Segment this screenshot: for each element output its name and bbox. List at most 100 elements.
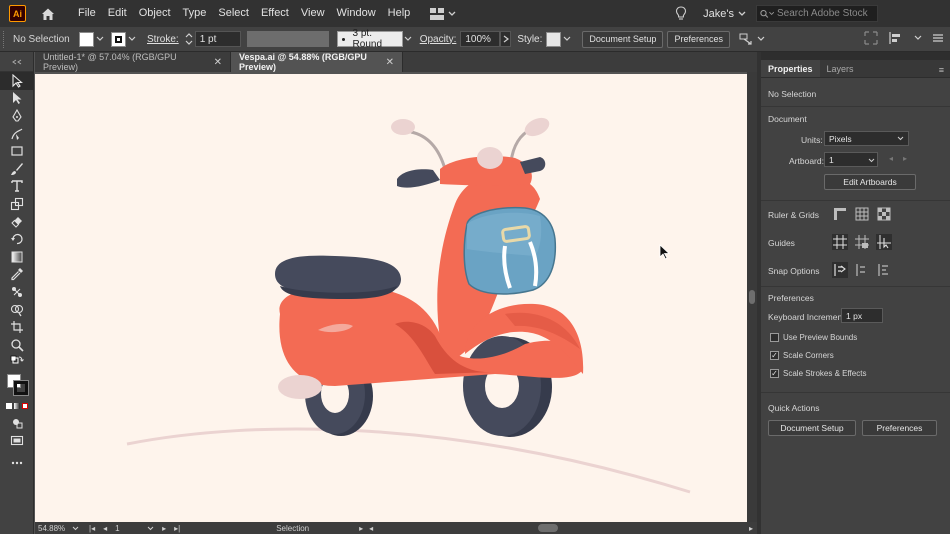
keyboard-increment-field[interactable]: 1 px [841, 308, 883, 323]
user-account-menu[interactable]: Jake's [703, 8, 734, 20]
show-guides-icon[interactable] [832, 234, 848, 250]
snap-to-pixel-icon[interactable] [854, 262, 870, 278]
fill-swatch[interactable] [79, 31, 94, 47]
quick-document-setup-button[interactable]: Document Setup [768, 420, 856, 436]
menu-select[interactable]: Select [212, 0, 255, 27]
opacity-dropdown[interactable] [500, 31, 512, 47]
gradient-tool[interactable] [0, 248, 34, 266]
first-artboard-button[interactable]: |◂ [89, 524, 95, 533]
scroll-right-button[interactable]: ▸ [749, 524, 753, 533]
panel-collapse-bar[interactable] [761, 52, 950, 60]
graphic-style-swatch[interactable] [546, 31, 562, 47]
rotate-tool[interactable] [0, 230, 34, 248]
rectangle-tool[interactable] [0, 142, 34, 160]
document-setup-button[interactable]: Document Setup [582, 30, 664, 48]
paintbrush-tool[interactable] [0, 160, 34, 178]
chevron-down-icon[interactable] [914, 35, 922, 41]
close-icon[interactable]: ✕ [214, 57, 222, 68]
grid-icon[interactable] [854, 206, 870, 222]
home-icon[interactable] [40, 6, 56, 22]
tab-untitled-1[interactable]: Untitled-1* @ 57.04% (RGB/GPU Preview) ✕ [35, 52, 231, 72]
stock-search-box[interactable] [756, 5, 878, 22]
align-to-icon[interactable] [738, 32, 754, 46]
shape-builder-tool[interactable] [0, 301, 34, 319]
menu-window[interactable]: Window [331, 0, 382, 27]
snap-to-glyph-icon[interactable] [876, 262, 892, 278]
quick-preferences-button[interactable]: Preferences [862, 420, 937, 436]
next-artboard-button[interactable]: ▸ [162, 524, 166, 533]
drawing-mode-tool[interactable] [0, 415, 34, 433]
vertical-scroll-thumb[interactable] [749, 290, 755, 304]
panel-menu-icon[interactable]: ≡ [939, 65, 944, 75]
transform-icon[interactable] [864, 31, 878, 45]
prev-artboard-arrow-icon[interactable]: ◂ [889, 154, 893, 163]
scale-strokes-effects-checkbox[interactable]: ✓ Scale Strokes & Effects [770, 369, 866, 378]
vespa-illustration[interactable] [35, 74, 747, 522]
canvas-area[interactable] [35, 72, 747, 522]
last-artboard-button[interactable]: ▸| [174, 524, 180, 533]
panel-menu-icon[interactable] [932, 32, 944, 44]
horizontal-scroll-thumb[interactable] [538, 524, 558, 532]
checkbox-box[interactable]: ✓ [770, 369, 779, 378]
menu-effect[interactable]: Effect [255, 0, 295, 27]
prev-artboard-button[interactable]: ◂ [103, 524, 107, 533]
chevron-down-icon[interactable] [868, 158, 875, 163]
next-artboard-arrow-icon[interactable]: ▸ [903, 154, 907, 163]
brush-definition-field[interactable]: 3 pt. Round [336, 28, 403, 50]
snap-to-point-icon[interactable] [832, 262, 848, 278]
search-input[interactable] [777, 8, 877, 19]
artboard-number-field[interactable]: 1 [115, 524, 139, 533]
menu-type[interactable]: Type [177, 0, 213, 27]
selection-tool[interactable] [0, 72, 34, 90]
eyedropper-tool[interactable] [0, 266, 34, 284]
units-select[interactable]: Pixels [824, 131, 909, 146]
tab-layers[interactable]: Layers [820, 60, 861, 77]
brush-dropdown[interactable] [403, 32, 414, 47]
arrange-documents-button[interactable] [430, 7, 456, 20]
artboard[interactable] [35, 74, 747, 522]
color-mode-icon[interactable] [6, 402, 12, 409]
checkbox-box[interactable] [770, 333, 779, 342]
stroke-label[interactable]: Stroke: [147, 34, 179, 45]
puppet-warp-tool[interactable] [0, 283, 34, 301]
eraser-tool[interactable] [0, 213, 34, 231]
lightbulb-icon[interactable] [675, 6, 687, 21]
tools-panel-header[interactable] [0, 52, 33, 72]
none-mode-icon[interactable] [22, 402, 28, 409]
menu-view[interactable]: View [295, 0, 331, 27]
curvature-tool[interactable] [0, 125, 34, 143]
current-tool-status[interactable]: Selection [276, 524, 309, 533]
fill-dropdown[interactable] [94, 32, 105, 47]
stepper-icon[interactable] [185, 32, 193, 46]
checkbox-box[interactable]: ✓ [770, 351, 779, 360]
tab-vespa[interactable]: Vespa.ai @ 54.88% (RGB/GPU Preview) ✕ [231, 52, 403, 72]
zoom-tool[interactable] [0, 336, 34, 354]
artboard-tool[interactable] [0, 318, 34, 336]
vertical-scrollbar[interactable] [747, 72, 757, 522]
scale-corners-checkbox[interactable]: ✓ Scale Corners [770, 351, 834, 360]
chevron-down-icon[interactable] [757, 36, 765, 42]
stroke-weight-field[interactable]: 1 pt [194, 31, 241, 47]
swap-fill-stroke-tool[interactable] [0, 354, 34, 372]
tab-properties[interactable]: Properties [761, 60, 820, 77]
close-icon[interactable]: ✕ [386, 57, 394, 68]
stroke-color-swatch[interactable] [13, 380, 29, 397]
zoom-level[interactable]: 54.88% [38, 524, 72, 533]
scroll-left-button[interactable]: ◂ [369, 524, 373, 533]
stroke-dropdown[interactable] [126, 32, 137, 47]
chevron-down-icon[interactable] [72, 526, 79, 531]
type-tool[interactable] [0, 178, 34, 196]
edit-artboards-button[interactable]: Edit Artboards [824, 174, 916, 190]
direct-selection-tool[interactable] [0, 90, 34, 108]
pen-tool[interactable] [0, 107, 34, 125]
preferences-button[interactable]: Preferences [667, 30, 730, 48]
style-dropdown[interactable] [561, 32, 572, 47]
scale-tool[interactable] [0, 195, 34, 213]
opacity-label[interactable]: Opacity: [420, 34, 457, 45]
gradient-mode-icon[interactable] [14, 402, 20, 409]
menu-help[interactable]: Help [382, 0, 417, 27]
status-menu-button[interactable]: ▸ [359, 524, 363, 533]
stroke-swatch[interactable] [111, 31, 126, 47]
chevron-down-icon[interactable] [738, 11, 746, 17]
opacity-field[interactable]: 100% [460, 31, 501, 47]
